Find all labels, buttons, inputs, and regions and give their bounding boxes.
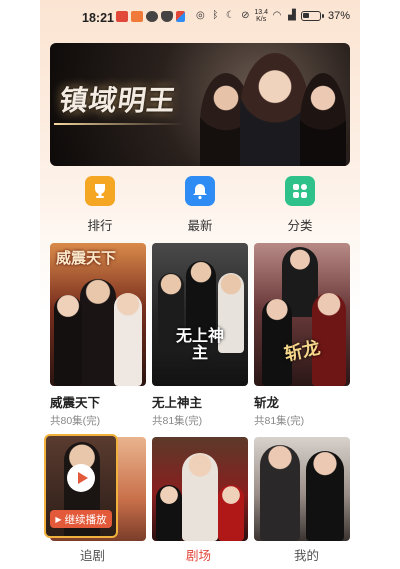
drama-card[interactable]: 斩龙 斩龙 共81集(完) bbox=[254, 243, 350, 428]
banner-decoration bbox=[54, 123, 184, 125]
right-margin bbox=[360, 0, 400, 569]
play-icon[interactable] bbox=[67, 464, 95, 492]
moon-icon: ☾ bbox=[225, 10, 235, 21]
continue-watching-button[interactable]: ▶ 继续播放 bbox=[50, 510, 112, 528]
play-store-icon bbox=[176, 11, 185, 22]
net-speed-value: 13.4 bbox=[254, 9, 268, 16]
net-speed: 13.4 K/s bbox=[254, 9, 268, 23]
featured-banner[interactable]: 镇域明王 bbox=[50, 43, 350, 166]
drama-card[interactable]: 威震天下 威震天下 共80集(完) bbox=[50, 243, 146, 428]
mute-icon: ⊘ bbox=[241, 10, 250, 21]
grid-icon bbox=[285, 176, 315, 206]
banner-character bbox=[300, 73, 346, 166]
status-bar: 18:21 ◎ ᛒ ☾ ⊘ 13.4 K/s ◠ ▟ 37% bbox=[40, 0, 360, 36]
poster-title: 威震天下 bbox=[56, 249, 117, 267]
app-notification-icon bbox=[116, 11, 128, 22]
net-speed-unit: K/s bbox=[256, 16, 267, 23]
poster-figure bbox=[182, 453, 218, 541]
drama-episodes: 共80集(完) bbox=[50, 415, 101, 427]
drama-card[interactable] bbox=[152, 437, 248, 541]
battery-icon bbox=[300, 11, 324, 21]
left-margin bbox=[0, 0, 40, 569]
nav-tab-profile[interactable]: 我的 bbox=[294, 545, 319, 564]
trophy-icon bbox=[85, 176, 115, 206]
quick-nav-latest[interactable]: 最新 bbox=[170, 176, 230, 234]
drama-poster: 威震天下 bbox=[50, 243, 146, 386]
play-triangle-icon: ▶ bbox=[55, 514, 62, 524]
poster-figure bbox=[80, 279, 116, 386]
nav-tab-following[interactable]: 追剧 bbox=[80, 545, 105, 564]
bluetooth-icon: ᛒ bbox=[212, 10, 219, 21]
drama-poster: 斩龙 bbox=[254, 243, 350, 386]
nav-tab-theater[interactable]: 剧场 bbox=[186, 545, 211, 564]
continue-watching-card[interactable]: ▶ 继续播放 bbox=[44, 434, 118, 538]
poster-figure bbox=[306, 451, 344, 541]
status-time: 18:21 bbox=[82, 11, 114, 25]
drama-title: 斩龙 bbox=[254, 396, 280, 410]
notification-icons bbox=[116, 11, 185, 22]
drama-card[interactable]: 无上神主 无上神主 共81集(完) bbox=[152, 243, 248, 428]
quick-nav-category[interactable]: 分类 bbox=[270, 176, 330, 234]
signal-icon: ▟ bbox=[288, 10, 296, 21]
poster-figure bbox=[156, 485, 182, 541]
banner-title: 镇域明王 bbox=[57, 84, 179, 117]
nfc-icon: ◎ bbox=[195, 10, 205, 21]
drama-title: 无上神主 bbox=[152, 396, 203, 410]
quick-nav-label: 排行 bbox=[87, 219, 113, 233]
poster-figure bbox=[54, 295, 82, 386]
quick-nav-ranking[interactable]: 排行 bbox=[70, 176, 130, 234]
wifi-icon: ◠ bbox=[272, 10, 282, 21]
quick-nav-label: 分类 bbox=[287, 219, 313, 233]
message-icon bbox=[146, 11, 158, 22]
system-indicators: ◎ ᛒ ☾ ⊘ 13.4 K/s ◠ ▟ 37% bbox=[194, 9, 350, 23]
drama-episodes: 共81集(完) bbox=[254, 415, 305, 427]
drama-poster: 无上神主 bbox=[152, 243, 248, 386]
poster-title: 无上神主 bbox=[176, 326, 225, 362]
battery-percent: 37% bbox=[327, 10, 350, 22]
phone-screen: 18:21 ◎ ᛒ ☾ ⊘ 13.4 K/s ◠ ▟ 37% 镇域明王 排行 最… bbox=[40, 0, 360, 569]
drama-card[interactable] bbox=[254, 437, 350, 541]
poster-figure bbox=[114, 293, 142, 386]
app-notification-icon bbox=[131, 11, 143, 22]
shield-icon bbox=[161, 11, 173, 22]
quick-nav-label: 最新 bbox=[187, 219, 213, 233]
poster-figure bbox=[218, 485, 244, 541]
bottom-navigation: 追剧 剧场 我的 bbox=[40, 543, 360, 569]
poster-figure bbox=[260, 445, 300, 541]
bell-icon bbox=[185, 176, 215, 206]
continue-watching-label: 继续播放 bbox=[64, 513, 107, 526]
drama-title: 威震天下 bbox=[50, 396, 101, 410]
drama-episodes: 共81集(完) bbox=[152, 415, 203, 427]
